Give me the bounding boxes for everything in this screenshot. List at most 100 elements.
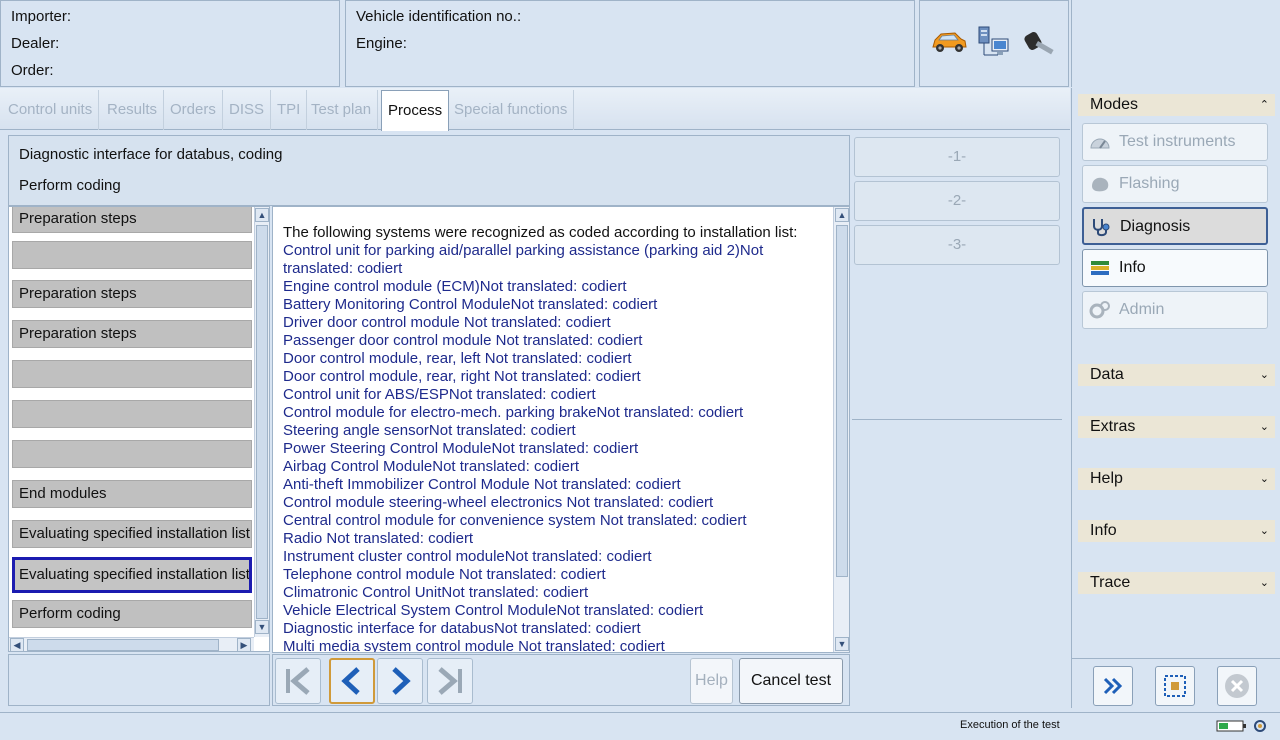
mode-info-button[interactable]: Info <box>1082 249 1268 287</box>
system-line: Radio Not translated: codiert <box>283 530 474 547</box>
tab-tpi[interactable]: TPI <box>271 90 308 130</box>
scroll-thumb[interactable] <box>836 225 848 577</box>
step-item[interactable]: Perform coding <box>12 600 252 628</box>
step-item-selected[interactable]: Evaluating specified installation list <box>12 557 252 593</box>
system-line: Anti-theft Immobilizer Control Module No… <box>283 476 681 493</box>
chevron-down-icon: ⌄ <box>1259 473 1269 485</box>
info-section-header[interactable]: Info ⌄ <box>1078 520 1275 542</box>
chevron-down-icon: ⌄ <box>1259 421 1269 433</box>
mode-diagnosis-button[interactable]: Diagnosis <box>1082 207 1268 245</box>
first-step-button[interactable] <box>275 658 321 704</box>
forward-button[interactable] <box>1093 666 1133 706</box>
previous-step-button[interactable] <box>329 658 375 704</box>
vin-label: Vehicle identification no.: <box>356 8 522 25</box>
tab-control-units[interactable]: Control units <box>2 90 100 130</box>
chevron-left-icon <box>341 667 360 695</box>
system-line: Door control module, rear, right Not tra… <box>283 368 641 385</box>
test-title: Diagnostic interface for databus, coding <box>19 146 283 163</box>
scroll-left-icon[interactable]: ◀ <box>10 638 24 651</box>
tab-process[interactable]: Process <box>381 90 450 131</box>
steps-horizontal-scrollbar[interactable]: ◀ ▶ <box>9 637 254 651</box>
last-step-button[interactable] <box>427 658 473 704</box>
trace-section-header[interactable]: Trace ⌄ <box>1078 572 1275 594</box>
system-line: Power Steering Control ModuleNot transla… <box>283 440 639 457</box>
section-title: Extras <box>1090 418 1136 435</box>
step-item[interactable] <box>12 360 252 388</box>
status-text: Execution of the test <box>960 719 1060 731</box>
mode-label: Diagnosis <box>1120 218 1191 235</box>
step-item[interactable] <box>12 440 252 468</box>
scroll-down-icon[interactable]: ▼ <box>835 637 849 651</box>
system-line: Control module steering-wheel electronic… <box>283 494 714 511</box>
step-item[interactable]: Preparation steps <box>12 320 252 348</box>
scroll-up-icon[interactable]: ▲ <box>255 208 269 222</box>
test-subtitle: Perform coding <box>19 177 121 194</box>
chevron-down-icon: ⌄ <box>1259 369 1269 381</box>
connection-status-icon <box>1254 720 1266 732</box>
screenshot-button[interactable] <box>1155 666 1195 706</box>
scroll-down-icon[interactable]: ▼ <box>255 620 269 634</box>
scroll-thumb[interactable] <box>256 225 268 619</box>
system-line: Telephone control module Not translated:… <box>283 566 606 583</box>
double-chevron-right-icon <box>1103 677 1123 695</box>
header-status-icons <box>919 0 1069 87</box>
modes-section-title: Modes <box>1090 96 1139 113</box>
tab-diss[interactable]: DISS <box>223 90 272 130</box>
numbered-button-2[interactable]: -2- <box>854 181 1060 221</box>
section-title: Info <box>1090 522 1117 539</box>
mode-label: Info <box>1119 259 1146 276</box>
system-line: Control unit for ABS/ESPNot translated: … <box>283 386 596 403</box>
header-vehicle-owner-panel: Importer: Dealer: Order: <box>0 0 340 87</box>
step-item[interactable]: Preparation steps <box>12 280 252 308</box>
header-right-blank <box>1071 0 1280 87</box>
close-application-button[interactable] <box>1217 666 1257 706</box>
step-item[interactable] <box>12 241 252 269</box>
system-line: Control module for electro-mech. parking… <box>283 404 744 421</box>
system-line: Multi media system control module Not tr… <box>283 638 665 653</box>
header-vehicle-panel: Vehicle identification no.: Engine: <box>345 0 915 87</box>
extras-section-header[interactable]: Extras ⌄ <box>1078 416 1275 438</box>
skip-last-icon <box>438 667 462 695</box>
mode-flashing-button[interactable]: Flashing <box>1082 165 1268 203</box>
scroll-right-icon[interactable]: ▶ <box>237 638 251 651</box>
tab-orders[interactable]: Orders <box>164 90 223 130</box>
stethoscope-icon <box>1093 219 1110 237</box>
system-line: Instrument cluster control moduleNot tra… <box>283 548 652 565</box>
steps-list: Preparation steps Preparation steps Prep… <box>8 206 270 652</box>
step-item[interactable] <box>12 400 252 428</box>
scroll-up-icon[interactable]: ▲ <box>835 208 849 222</box>
steps-vertical-scrollbar[interactable]: ▲ ▼ <box>254 207 269 637</box>
tab-test-plan[interactable]: Test plan <box>305 90 379 130</box>
test-title-box: Diagnostic interface for databus, coding… <box>8 135 850 206</box>
step-item[interactable]: End modules <box>12 480 252 508</box>
system-line: Driver door control module Not translate… <box>283 314 611 331</box>
modes-section-header[interactable]: Modes ⌃ <box>1078 94 1275 116</box>
help-section-header[interactable]: Help ⌄ <box>1078 468 1275 490</box>
step-item[interactable]: Preparation steps <box>12 207 252 233</box>
result-text-area: The following systems were recognized as… <box>272 206 850 653</box>
tab-results[interactable]: Results <box>101 90 165 130</box>
step-item[interactable]: Evaluating specified installation list <box>12 520 252 548</box>
navigation-bar: Help Cancel test <box>272 654 850 706</box>
chevron-down-icon: ⌄ <box>1259 577 1269 589</box>
network-icon[interactable] <box>976 25 1014 61</box>
numbered-button-3[interactable]: -3- <box>854 225 1060 265</box>
scroll-thumb[interactable] <box>27 639 219 651</box>
data-section-header[interactable]: Data ⌄ <box>1078 364 1275 386</box>
numbered-button-1[interactable]: -1- <box>854 137 1060 177</box>
engine-label: Engine: <box>356 35 407 52</box>
status-bar: Execution of the test <box>0 712 1280 740</box>
next-step-button[interactable] <box>377 658 423 704</box>
flash-icon <box>1092 177 1109 192</box>
car-icon[interactable] <box>930 29 968 55</box>
result-vertical-scrollbar[interactable]: ▲ ▼ <box>833 207 849 652</box>
bottom-left-blank <box>8 654 270 706</box>
mode-admin-button[interactable]: Admin <box>1082 291 1268 329</box>
battery-icon <box>1216 720 1246 732</box>
chevron-right-icon <box>392 667 411 695</box>
cancel-test-button[interactable]: Cancel test <box>739 658 843 704</box>
mode-test-instruments-button[interactable]: Test instruments <box>1082 123 1268 161</box>
key-icon[interactable] <box>1022 27 1060 59</box>
tab-special-functions[interactable]: Special functions <box>448 90 575 130</box>
help-button[interactable]: Help <box>690 658 733 704</box>
